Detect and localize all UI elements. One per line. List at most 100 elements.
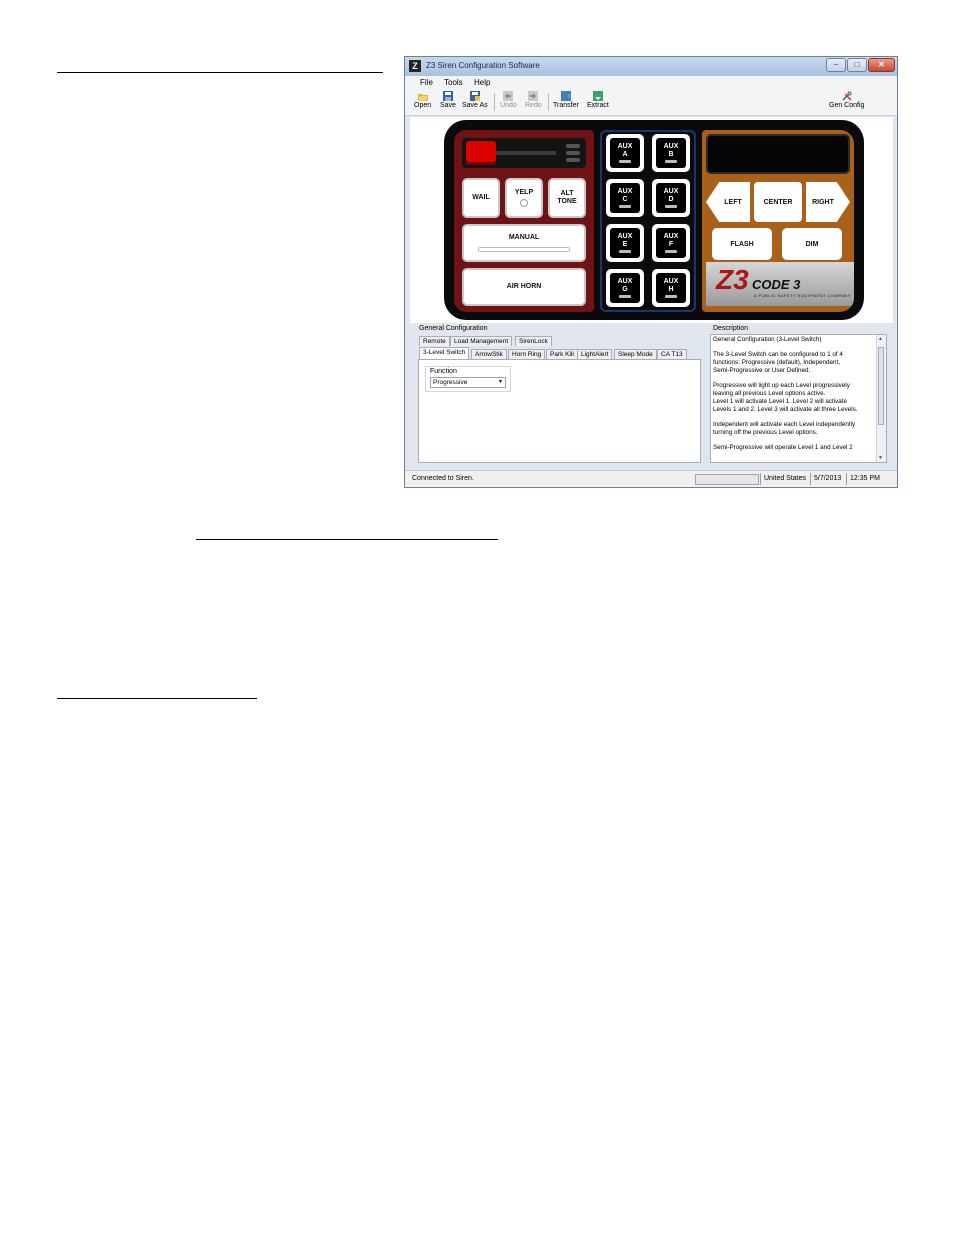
open-button[interactable]: Open xyxy=(414,91,431,109)
undo-icon xyxy=(503,91,514,101)
redo-button[interactable]: Redo xyxy=(525,91,542,109)
yelp-label: YELP xyxy=(514,189,534,196)
siren-config-window: Z Z3 Siren Configuration Software – □ ✕ … xyxy=(404,56,898,488)
description-scrollbar[interactable]: ▲ ▼ xyxy=(876,335,886,462)
status-date: 5/7/2013 xyxy=(810,473,841,485)
code3-logo: Z3 CODE 3 A PUBLIC SAFETY EQUIPMENT COMP… xyxy=(706,262,854,306)
toolbar-separator xyxy=(548,93,549,111)
menu-file[interactable]: File xyxy=(420,78,433,87)
manual-label: MANUAL xyxy=(508,234,540,241)
heading-underline-3 xyxy=(57,698,257,699)
description-text: General Configuration (3-Level Switch) T… xyxy=(713,336,873,459)
scroll-down-icon[interactable]: ▼ xyxy=(878,455,883,461)
slide-switch-knob[interactable] xyxy=(466,141,496,165)
close-button[interactable]: ✕ xyxy=(868,58,895,72)
aux-d-button[interactable]: AUX D xyxy=(652,179,690,217)
left-arrow-button[interactable]: LEFT xyxy=(706,182,750,222)
flash-button[interactable]: FLASH xyxy=(712,228,772,260)
aux-a-button[interactable]: AUX A xyxy=(606,134,644,172)
manual-button[interactable]: MANUAL xyxy=(462,224,586,262)
aux-led xyxy=(619,160,631,163)
aux-g-button[interactable]: AUX G xyxy=(606,269,644,307)
controller-view: WAIL YELP ALT TONE MANUAL AIR HORN AUX A… xyxy=(410,117,893,323)
tab-park-kill[interactable]: Park Kill xyxy=(546,349,578,359)
level-indicator xyxy=(566,144,580,148)
title-bar: Z Z3 Siren Configuration Software – □ ✕ xyxy=(405,57,897,76)
gen-config-button[interactable]: Gen Config xyxy=(829,91,864,109)
description-paragraph: The 3-Level Switch can be configured to … xyxy=(713,351,843,374)
level-indicator xyxy=(566,151,580,155)
maximize-button[interactable]: □ xyxy=(847,58,867,72)
aux-c-button[interactable]: AUX C xyxy=(606,179,644,217)
save-as-button[interactable]: Save As xyxy=(462,91,488,109)
tab-ca-t13[interactable]: CA T13 xyxy=(657,349,687,359)
tab-load-management[interactable]: Load Management xyxy=(450,336,513,346)
slide-switch-track xyxy=(496,151,556,155)
description-label: Description xyxy=(713,325,749,332)
extract-button[interactable]: Extract xyxy=(587,91,609,109)
status-time: 12:35 PM xyxy=(846,473,880,485)
tools-icon xyxy=(842,91,852,101)
level-indicator xyxy=(566,158,580,162)
function-group: Function Progressive ▼ xyxy=(425,366,511,392)
heading-underline-2 xyxy=(196,539,498,540)
description-paragraph: General Configuration (3-Level Switch) xyxy=(713,336,822,343)
alt-tone-button[interactable]: ALT TONE xyxy=(548,178,586,218)
center-button[interactable]: CENTER xyxy=(754,182,802,222)
transfer-button[interactable]: Transfer xyxy=(553,91,579,109)
scrollbar-thumb[interactable] xyxy=(878,347,884,425)
minimize-button[interactable]: – xyxy=(826,58,846,72)
status-region: United States xyxy=(760,473,806,485)
menu-bar: File Tools Help xyxy=(405,76,897,89)
open-folder-icon xyxy=(417,94,428,101)
aux-led xyxy=(619,205,631,208)
tab-lightalert[interactable]: LightAlert xyxy=(577,349,613,359)
dropdown-arrow-icon: ▼ xyxy=(498,379,503,385)
toolbar-separator xyxy=(494,93,495,111)
dim-button[interactable]: DIM xyxy=(782,228,842,260)
siren-controller: WAIL YELP ALT TONE MANUAL AIR HORN AUX A… xyxy=(444,120,864,320)
function-select[interactable]: Progressive ▼ xyxy=(430,377,506,388)
aux-led xyxy=(665,205,677,208)
aux-led xyxy=(665,250,677,253)
menu-tools[interactable]: Tools xyxy=(444,78,463,87)
toolbar: Open Save Save As Undo Redo Transfer Ext… xyxy=(405,89,897,116)
function-label: Function xyxy=(430,368,457,375)
save-disk-icon xyxy=(442,91,453,101)
aux-e-button[interactable]: AUX E xyxy=(606,224,644,262)
aux-b-button[interactable]: AUX B xyxy=(652,134,690,172)
description-paragraph: Semi-Progressive will operate Level 1 an… xyxy=(713,444,853,451)
scroll-up-icon[interactable]: ▲ xyxy=(878,336,883,342)
save-as-icon xyxy=(469,91,480,101)
transfer-icon xyxy=(560,91,571,101)
save-button[interactable]: Save xyxy=(440,91,456,109)
tab-remote[interactable]: Remote xyxy=(419,336,450,346)
aux-led xyxy=(665,160,677,163)
redo-icon xyxy=(528,91,539,101)
tab-3-level-switch[interactable]: 3-Level Switch xyxy=(419,347,470,359)
tab-arrowstik[interactable]: ArrowStik xyxy=(471,349,507,359)
aux-h-button[interactable]: AUX H xyxy=(652,269,690,307)
window-title: Z3 Siren Configuration Software xyxy=(426,61,540,70)
undo-button[interactable]: Undo xyxy=(500,91,517,109)
description-box: General Configuration (3-Level Switch) T… xyxy=(710,334,887,463)
function-select-value: Progressive xyxy=(433,379,468,386)
right-arrow-button[interactable]: RIGHT xyxy=(806,182,850,222)
tab-horn-ring[interactable]: Horn Ring xyxy=(508,349,546,359)
lighting-panel: LEFT CENTER RIGHT FLASH DIM Z3 CODE 3 A … xyxy=(702,130,854,312)
aux-f-button[interactable]: AUX F xyxy=(652,224,690,262)
yelp-led-icon xyxy=(520,199,528,207)
aux-led xyxy=(619,295,631,298)
general-config-label: General Configuration xyxy=(419,325,488,332)
tab-sleep-mode[interactable]: Sleep Mode xyxy=(614,349,657,359)
air-horn-button[interactable]: AIR HORN xyxy=(462,268,586,306)
three-level-slide-switch[interactable] xyxy=(462,138,586,168)
tab-sirenlock[interactable]: SirenLock xyxy=(515,336,552,346)
menu-help[interactable]: Help xyxy=(474,78,490,87)
app-logo-icon: Z xyxy=(409,60,421,72)
siren-panel: WAIL YELP ALT TONE MANUAL AIR HORN xyxy=(454,130,594,312)
heading-underline-1 xyxy=(57,72,383,73)
status-bar: Connected to Siren. United States 5/7/20… xyxy=(405,470,897,487)
wail-button[interactable]: WAIL xyxy=(462,178,500,218)
yelp-button[interactable]: YELP xyxy=(505,178,543,218)
